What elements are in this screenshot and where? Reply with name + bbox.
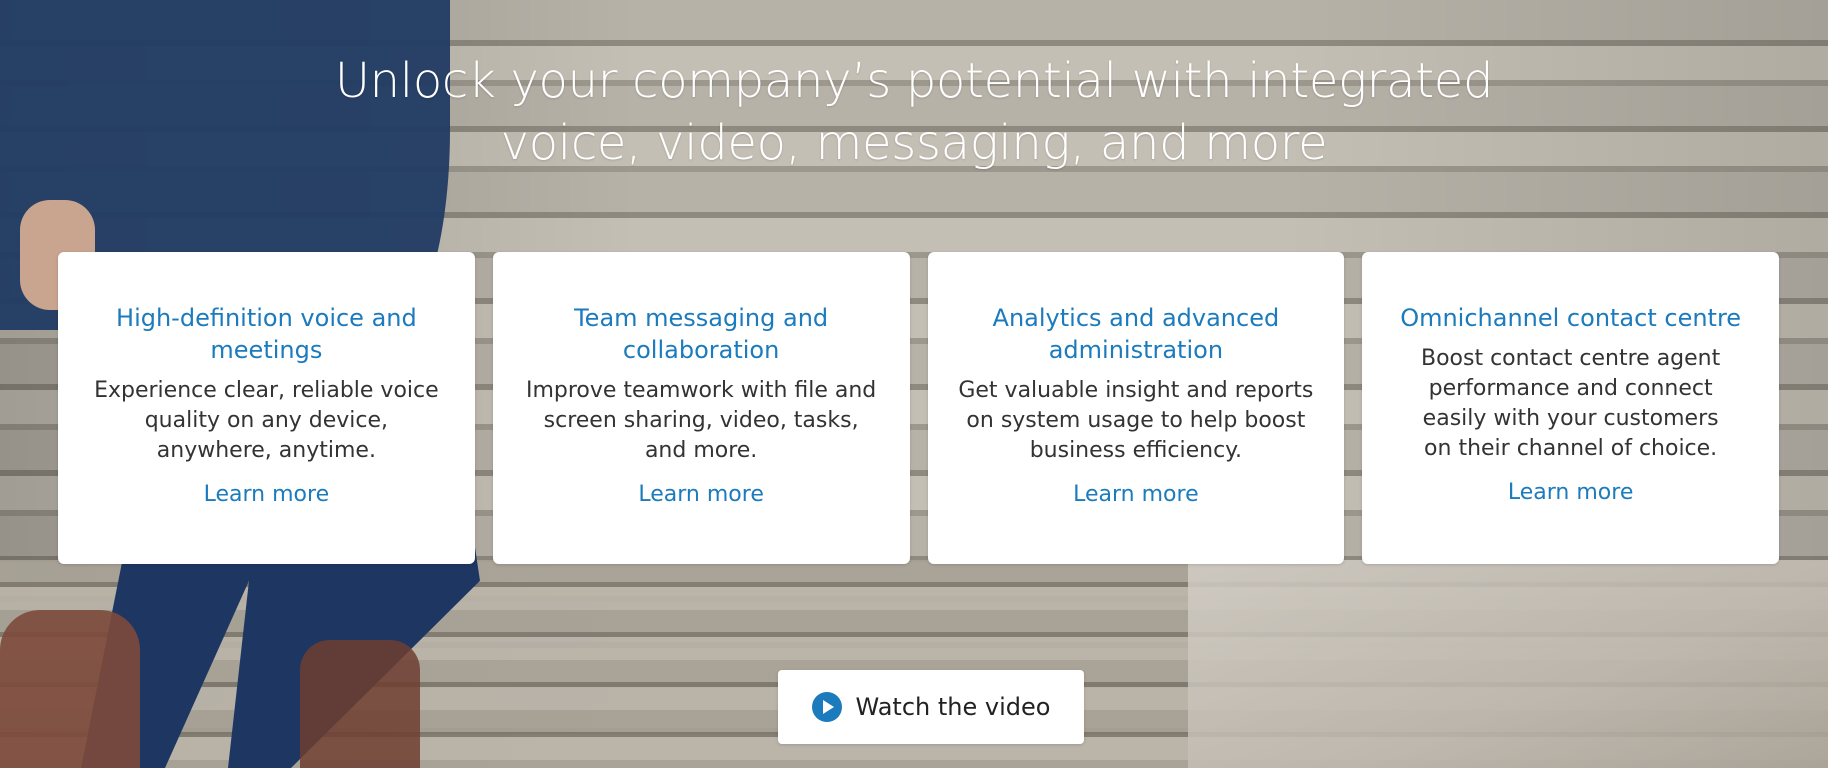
hero-headline: Unlock your company’s potential with int… (0, 50, 1828, 174)
bag-image (0, 610, 140, 768)
play-circle-icon (811, 692, 842, 722)
card-title: Analytics and advanced administration (992, 304, 1280, 364)
feature-card-contact-centre: Omnichannel contact centre Boost contact… (1362, 252, 1779, 564)
bag-image-2 (300, 640, 420, 768)
card-title: High-definition voice and meetings (116, 304, 417, 364)
card-description: Experience clear, reliable voice quality… (94, 378, 439, 463)
card-title: Team messaging and collaboration (574, 304, 829, 364)
learn-more-link-analytics[interactable]: Learn more (1073, 482, 1198, 507)
learn-more-link-messaging[interactable]: Learn more (638, 482, 763, 507)
hero-headline-line-2: voice, video, messaging, and more (500, 115, 1328, 172)
hero-section: Unlock your company’s potential with int… (0, 0, 1828, 768)
card-description: Improve teamwork with file and screen sh… (525, 378, 877, 463)
learn-more-link-contact-centre[interactable]: Learn more (1508, 480, 1633, 505)
feature-cards: High-definition voice and meetings Exper… (58, 252, 1779, 564)
feature-card-analytics: Analytics and advanced administration Ge… (927, 252, 1345, 564)
watch-video-button[interactable]: Watch the video (778, 670, 1084, 744)
watch-video-label: Watch the video (855, 693, 1051, 721)
feature-card-voice: High-definition voice and meetings Exper… (58, 252, 475, 564)
feature-card-messaging: Team messaging and collaboration Improve… (492, 252, 910, 564)
learn-more-link-voice[interactable]: Learn more (204, 482, 329, 507)
card-title: Omnichannel contact centre (1400, 304, 1742, 332)
background-wall (1188, 560, 1828, 768)
card-description: Get valuable insight and reports on syst… (958, 378, 1314, 463)
hero-headline-line-1: Unlock your company’s potential with int… (334, 53, 1494, 110)
card-description: Boost contact centre agent performance a… (1420, 346, 1721, 461)
